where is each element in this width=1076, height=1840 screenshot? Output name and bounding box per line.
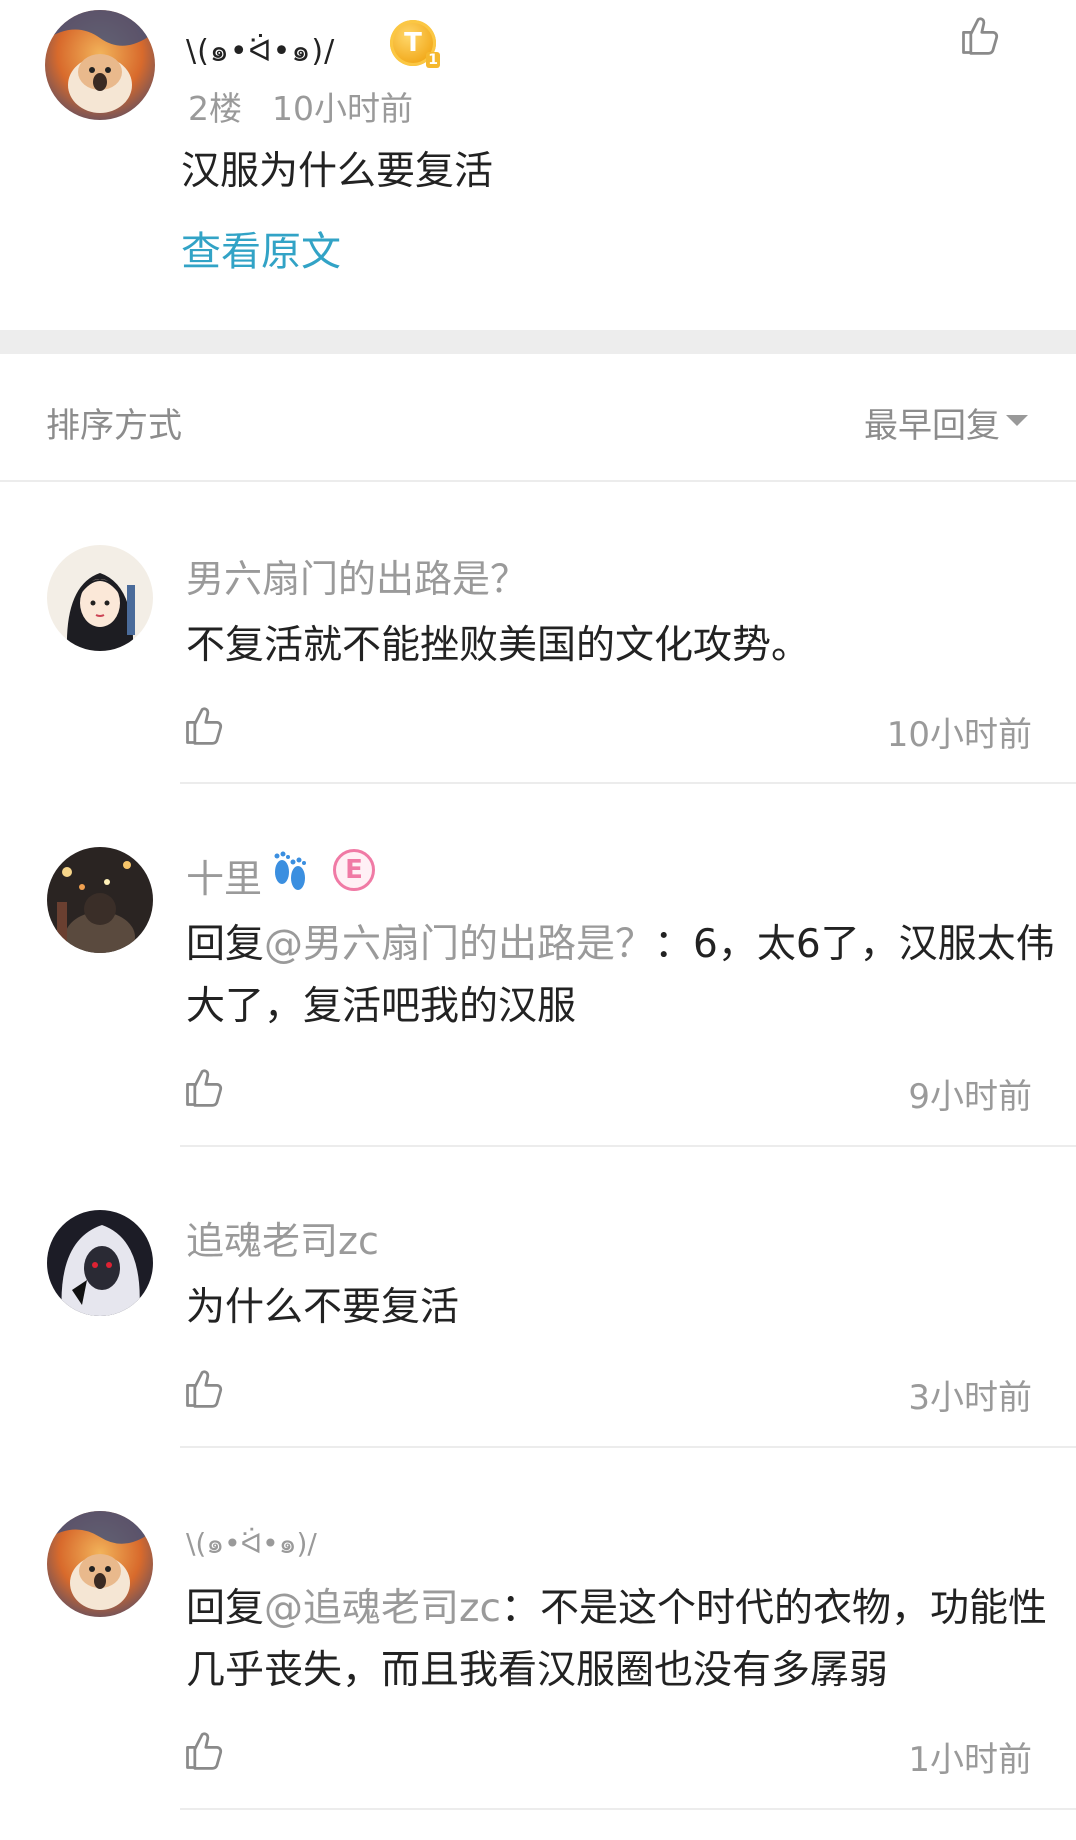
level-badge-icon: T1	[390, 20, 440, 68]
sort-dropdown[interactable]: 最早回复	[864, 398, 1000, 447]
divider	[180, 1145, 1076, 1147]
reply-author-name[interactable]: 追魂老司zc	[186, 1210, 379, 1265]
reply-text: 不复活就不能挫败美国的文化攻势。	[186, 623, 811, 668]
mention-link[interactable]: @男六扇门的出路是？	[264, 922, 654, 967]
post-meta: 2楼 10小时前	[188, 82, 413, 130]
reply-text: 为什么不要复活	[186, 1285, 460, 1330]
divider	[180, 1446, 1076, 1448]
reply-author-name[interactable]: 男六扇门的出路是？	[186, 548, 528, 603]
thumbs-up-icon[interactable]	[958, 14, 1002, 58]
footprints-icon	[274, 851, 306, 890]
reply-time: 10小时前	[886, 715, 1032, 755]
divider	[0, 480, 1076, 482]
post-floor: 2楼	[188, 89, 242, 128]
reply-avatar[interactable]	[47, 847, 153, 953]
reply-author-name[interactable]: \(๑•ᐛ•๑)/	[186, 1522, 317, 1566]
post-author-name[interactable]: \(๑•ᐛ•๑)/	[186, 28, 335, 75]
reply-time: 1小时前	[908, 1740, 1032, 1780]
mention-link[interactable]: @追魂老司zc	[264, 1586, 501, 1631]
view-original-link[interactable]: 查看原文	[181, 219, 341, 277]
post-author-avatar[interactable]	[45, 10, 155, 120]
reply-time: 3小时前	[908, 1378, 1032, 1418]
reply-text: 回复@男六扇门的出路是？：6，太6了，汉服太伟大了，复活吧我的汉服	[186, 922, 1055, 1029]
thumbs-up-icon[interactable]	[182, 1729, 226, 1773]
reply-author-name[interactable]: 十里	[186, 848, 262, 903]
caret-down-icon[interactable]	[1006, 415, 1028, 426]
post-time: 10小时前	[272, 89, 413, 128]
reply-avatar[interactable]	[47, 545, 153, 651]
thumbs-up-icon[interactable]	[182, 704, 226, 748]
reply-avatar[interactable]	[47, 1511, 153, 1617]
thumbs-up-icon[interactable]	[182, 1066, 226, 1110]
reply-text: 回复@追魂老司zc：不是这个时代的衣物，功能性几乎丧失，而且我看汉服圈也没有多孱…	[186, 1586, 1047, 1693]
post-text: 汉服为什么要复活	[181, 149, 494, 194]
reply-avatar[interactable]	[47, 1210, 153, 1316]
e-badge-icon: E	[333, 849, 375, 891]
section-divider	[0, 330, 1076, 354]
divider	[180, 782, 1076, 784]
thumbs-up-icon[interactable]	[182, 1367, 226, 1411]
sort-label: 排序方式	[46, 406, 182, 446]
divider	[180, 1808, 1076, 1810]
reply-time: 9小时前	[908, 1077, 1032, 1117]
